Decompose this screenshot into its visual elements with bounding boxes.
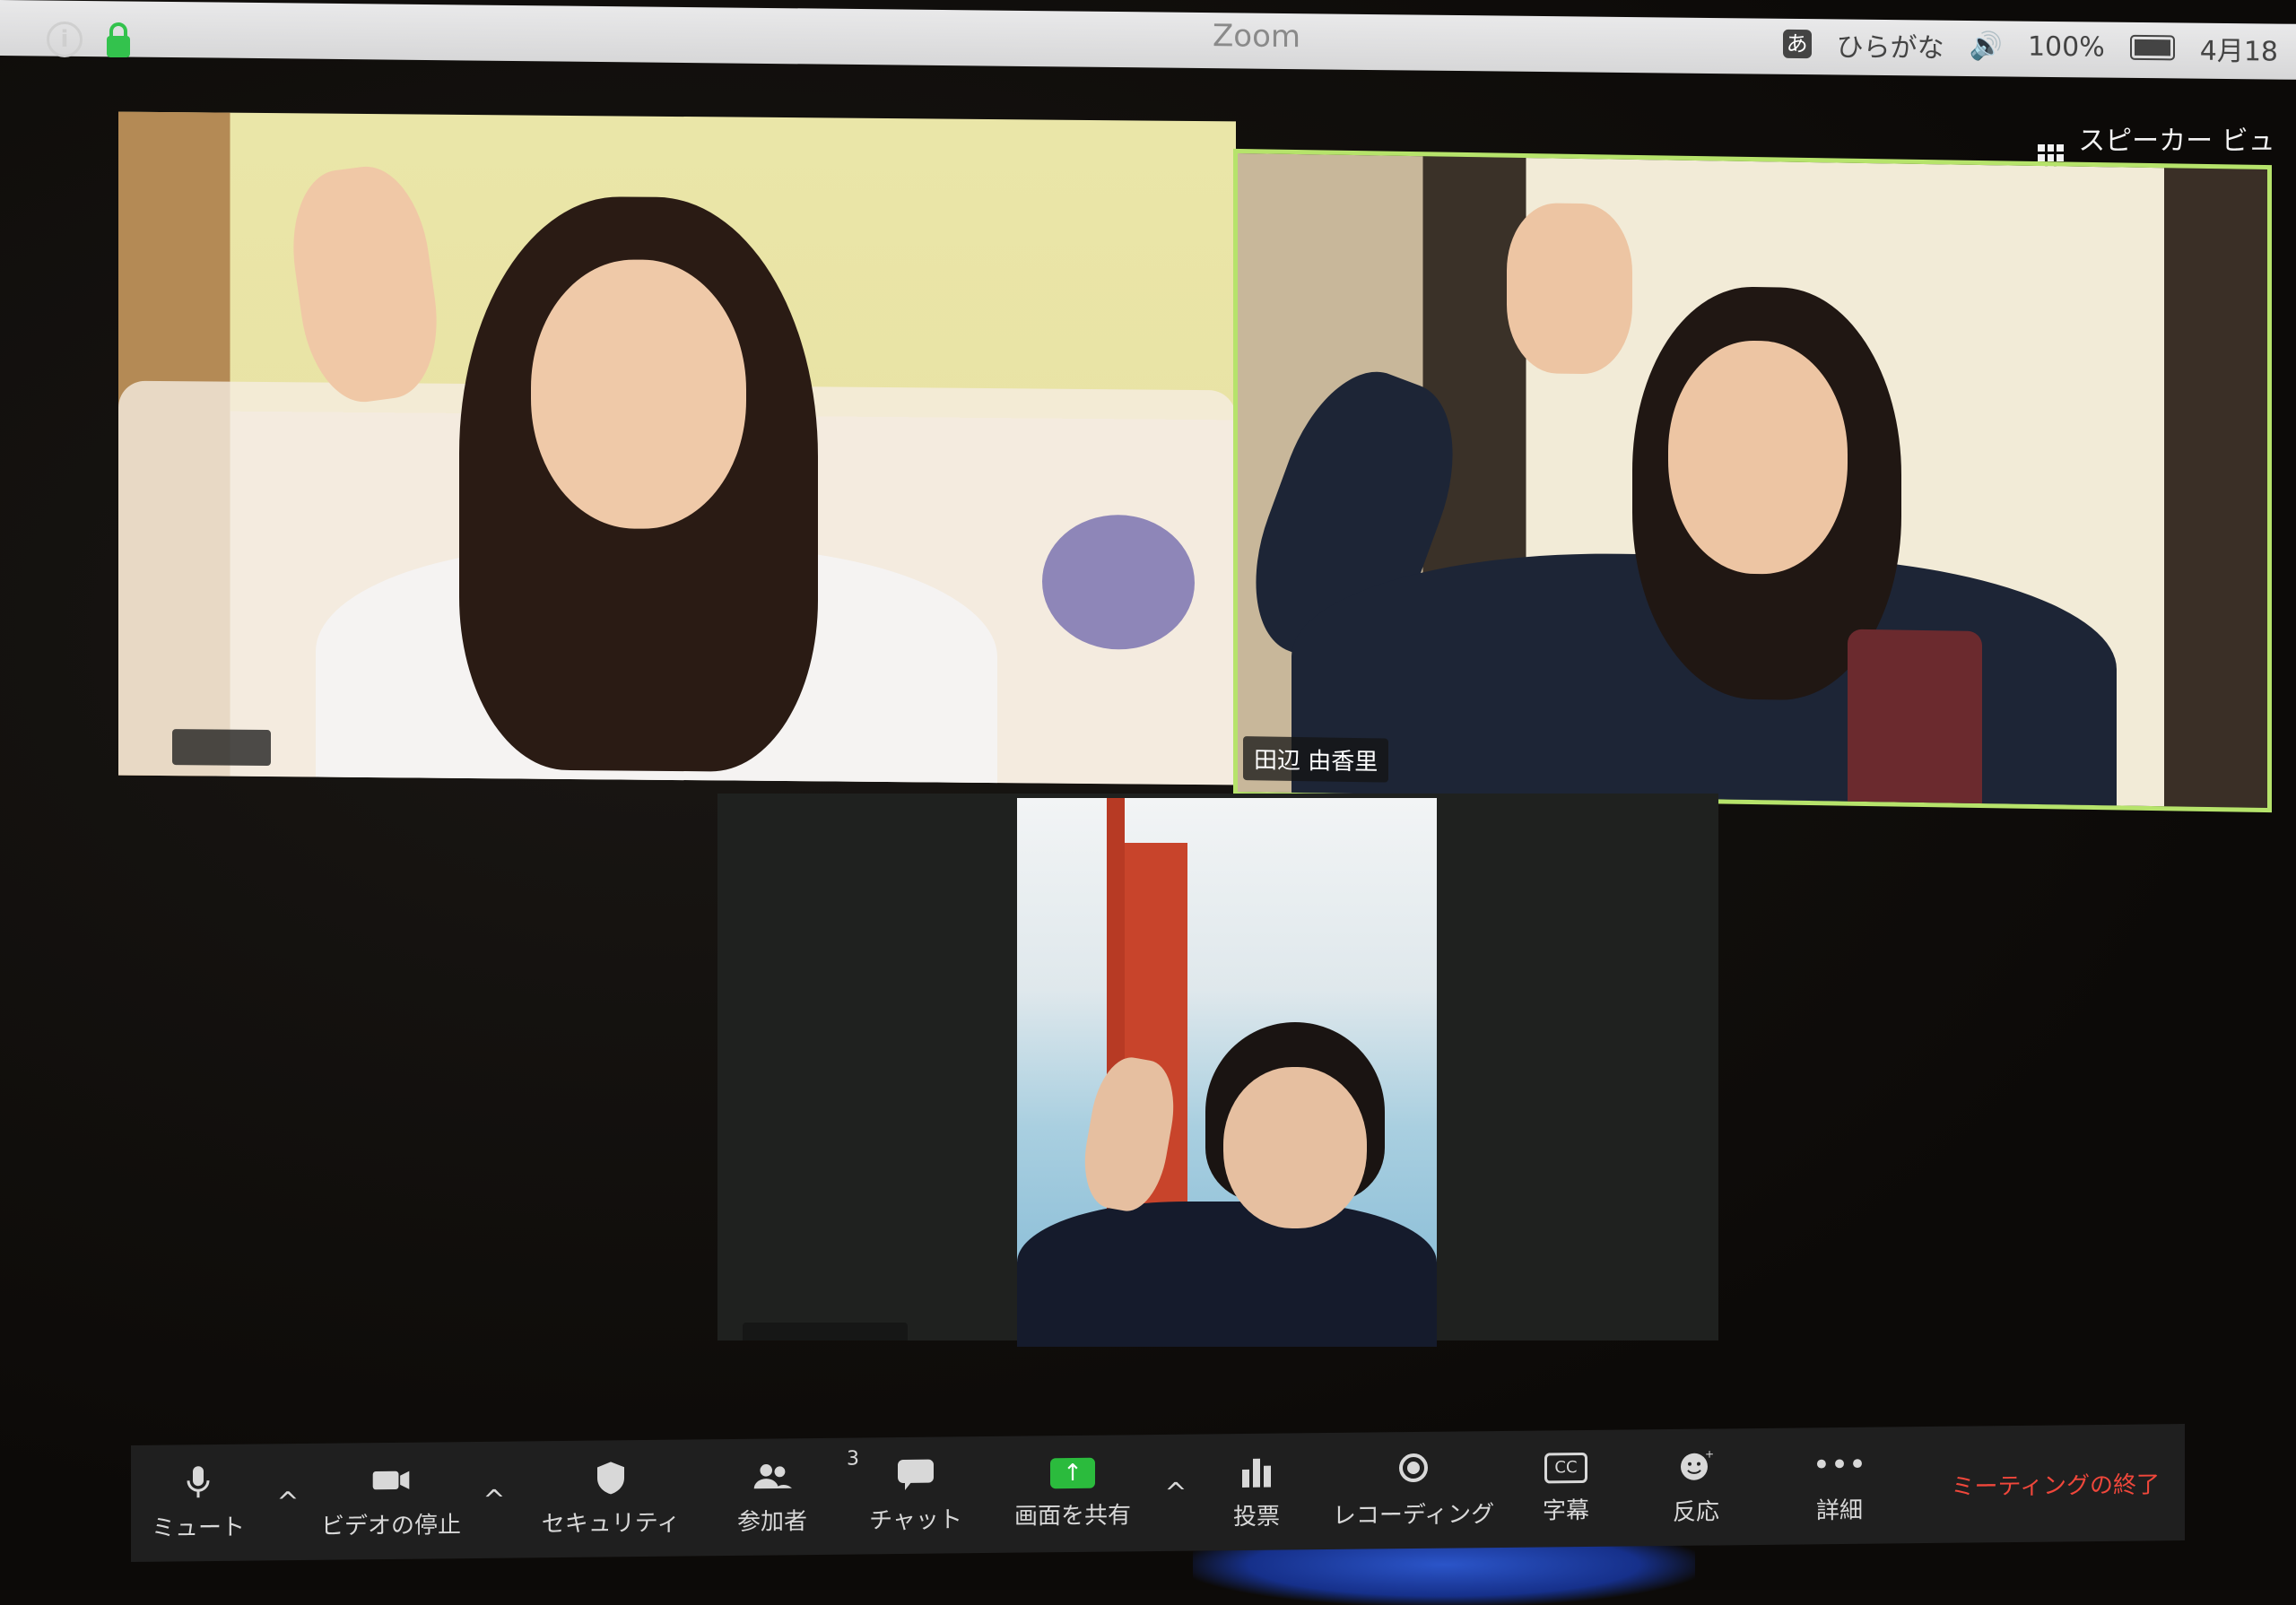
svg-text:+: + [1705, 1448, 1714, 1460]
share-screen-button[interactable]: ↑ 画面を共有 [992, 1439, 1153, 1549]
record-label: レコーディング [1332, 1500, 1495, 1530]
bar-chart-icon [1237, 1453, 1276, 1488]
share-label: 画面を共有 [1013, 1501, 1131, 1531]
captions-label: 字幕 [1542, 1497, 1589, 1525]
reactions-label: 反応 [1672, 1497, 1719, 1526]
participants-label: 参加者 [736, 1507, 807, 1536]
video-tile-participant-2[interactable]: 田辺 由香里 [1233, 148, 2272, 813]
mute-button[interactable]: ミュート [131, 1448, 265, 1557]
record-icon [1394, 1451, 1433, 1487]
chat-label: チャット [869, 1505, 962, 1534]
share-arrow-icon: ↑ [1050, 1457, 1095, 1488]
end-meeting-button[interactable]: ミーティングの終了 [1952, 1466, 2160, 1501]
video-tile-participant-1[interactable] [118, 111, 1236, 785]
info-icon[interactable]: i [47, 22, 83, 57]
more-label: 詳細 [1815, 1497, 1863, 1524]
chat-button[interactable]: チャット [839, 1441, 992, 1550]
mute-label: ミュート [151, 1514, 245, 1542]
cc-icon: CC [1544, 1452, 1587, 1483]
security-button[interactable]: セキュリティ [517, 1444, 705, 1553]
participant-3-video [1017, 798, 1437, 1347]
chat-bubble-icon [896, 1456, 935, 1492]
menubar-date[interactable]: 4月18 [2200, 29, 2278, 69]
meeting-toolbar: ミュート ^ ビデオの停止 ^ セキュリティ 3 参加者 チャット ↑ 画面を共… [131, 1424, 2185, 1562]
volume-icon[interactable]: 🔊 [1970, 30, 2003, 61]
share-options-caret[interactable]: ^ [1153, 1477, 1198, 1509]
participant-name-tag [172, 729, 271, 767]
shield-icon [591, 1460, 631, 1496]
participant-name-tag [743, 1323, 908, 1340]
record-button[interactable]: レコーディング [1315, 1436, 1512, 1545]
video-options-caret[interactable]: ^ [472, 1484, 517, 1516]
lock-icon[interactable] [104, 22, 133, 59]
participants-button[interactable]: 3 参加者 [705, 1443, 859, 1552]
smiley-icon: + [1676, 1448, 1716, 1484]
participant-name-tag: 田辺 由香里 [1243, 736, 1389, 783]
poll-label: 投票 [1232, 1503, 1280, 1531]
captions-button[interactable]: CC 字幕 [1512, 1435, 1620, 1543]
battery-icon[interactable] [2129, 34, 2175, 61]
more-button[interactable]: ••• 詳細 [1772, 1431, 1907, 1540]
window-title: Zoom [1213, 18, 1301, 56]
security-label: セキュリティ [541, 1509, 681, 1538]
ellipsis-icon: ••• [1812, 1446, 1867, 1483]
stop-video-button[interactable]: ビデオの停止 [310, 1446, 472, 1556]
video-label: ビデオの停止 [320, 1511, 461, 1540]
input-method-label[interactable]: ひらがな [1837, 24, 1944, 65]
menubar-status: あ ひらがな 🔊 100% 4月18 [1782, 24, 2278, 69]
battery-percent: 100% [2027, 30, 2105, 64]
poll-button[interactable]: 投票 [1198, 1437, 1315, 1546]
camera-icon [371, 1462, 411, 1497]
audio-options-caret[interactable]: ^ [265, 1486, 310, 1518]
input-method-icon[interactable]: あ [1782, 29, 1812, 59]
mic-icon [178, 1463, 218, 1499]
people-icon: 3 [752, 1447, 859, 1494]
reactions-button[interactable]: + 反応 [1620, 1433, 1772, 1542]
